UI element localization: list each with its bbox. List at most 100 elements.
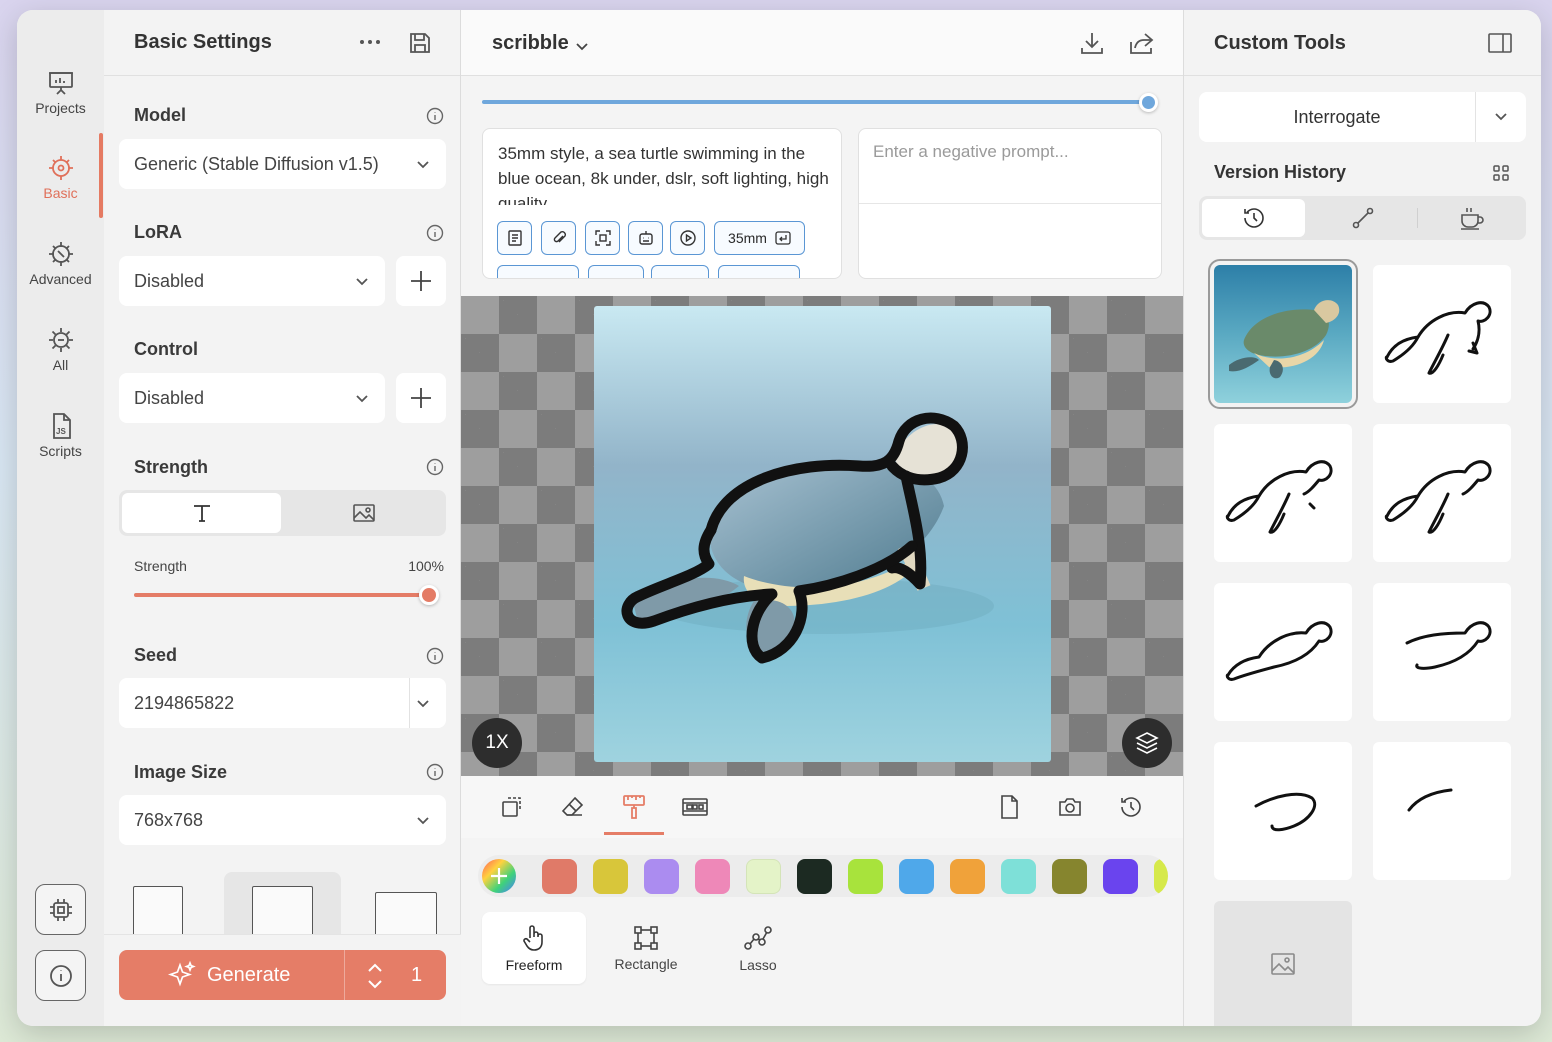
document-title[interactable]: scribble [492,32,569,55]
more-icon[interactable] [359,36,381,48]
download-icon[interactable] [1079,30,1105,56]
color-swatch[interactable] [593,859,628,894]
add-control-button[interactable] [396,373,446,423]
version-thumb[interactable] [1373,583,1511,721]
model-info-icon[interactable] [426,107,444,125]
text-mode-tab[interactable] [122,493,281,533]
chevron-down-icon[interactable] [416,696,430,710]
chip-icon [49,898,72,921]
prompt-strength-handle[interactable] [1139,93,1158,112]
seed-info-icon[interactable] [426,647,444,665]
paint-tool[interactable] [617,790,651,824]
strength-info-icon[interactable] [426,458,444,476]
chip-button[interactable] [35,884,86,935]
zoom-level-button[interactable]: 1X [472,718,522,768]
seed-value: 2194865822 [134,692,235,713]
color-swatch[interactable] [644,859,679,894]
share-icon[interactable] [1128,30,1156,56]
scan-chip[interactable] [585,221,620,255]
color-swatch[interactable] [797,859,832,894]
color-swatch[interactable] [1103,859,1138,894]
strength-slider-track[interactable] [134,593,429,597]
interrogate-button[interactable]: Interrogate [1199,92,1526,142]
control-select[interactable]: Disabled [119,373,385,423]
stepper-chevrons-icon[interactable] [366,961,384,991]
negative-divider [859,203,1161,204]
lora-info-icon[interactable] [426,224,444,242]
extra-chip[interactable] [718,265,800,278]
color-swatch[interactable] [950,859,985,894]
nav-item-basic[interactable]: Basic [17,153,104,201]
save-icon[interactable] [408,31,432,55]
image-mode-tab[interactable] [284,493,443,533]
prompt-text[interactable]: 35mm style, a sea turtle swimming in the… [498,141,834,205]
custom-tools-title: Custom Tools [1214,32,1346,54]
info-button[interactable] [35,950,86,1001]
tab-path[interactable] [1311,199,1414,237]
tab-history[interactable] [1202,199,1305,237]
color-swatch[interactable] [848,859,883,894]
nav-item-all[interactable]: All [17,325,104,373]
color-swatch[interactable] [899,859,934,894]
version-thumb[interactable] [1214,742,1352,880]
version-thumb-placeholder[interactable] [1214,901,1352,1026]
color-swatch[interactable] [542,859,577,894]
grid-view-icon[interactable] [1492,164,1510,182]
sparkle-icon [167,960,196,987]
generate-button[interactable]: Generate 1 [119,950,446,1000]
drawing-canvas[interactable]: 1X [461,296,1183,776]
lora-select[interactable]: Disabled [119,256,385,306]
version-thumb[interactable] [1373,742,1511,880]
color-swatch[interactable] [695,859,730,894]
blank-page-icon [1001,795,1018,819]
nav-item-scripts[interactable]: JS Scripts [17,411,104,459]
interrogate-label: Interrogate [1293,107,1381,127]
color-picker-icon[interactable] [481,858,517,894]
history-tool[interactable] [1114,790,1148,824]
negative-prompt-box[interactable]: Enter a negative prompt... [858,128,1162,279]
extra-chip[interactable] [497,265,579,278]
style-chip-35mm[interactable]: 35mm [714,221,805,255]
model-select[interactable]: Generic (Stable Diffusion v1.5) [119,139,446,189]
prompt-box[interactable]: 35mm style, a sea turtle swimming in the… [482,128,842,279]
version-thumb[interactable] [1208,259,1358,409]
seed-input[interactable]: 2194865822 [119,678,446,728]
sidebar-toggle-icon[interactable] [1487,32,1513,54]
new-page-tool[interactable] [992,790,1026,824]
version-thumb[interactable] [1373,265,1511,403]
extra-chip[interactable] [588,265,644,278]
extra-chip[interactable] [651,265,709,278]
robot-chip[interactable] [628,221,663,255]
film-tool[interactable] [678,790,712,824]
version-thumb[interactable] [1214,583,1352,721]
version-thumb[interactable] [1214,424,1352,562]
attach-chip[interactable] [541,221,576,255]
color-swatch[interactable] [1001,859,1036,894]
add-lora-button[interactable] [396,256,446,306]
tab-coffee[interactable] [1420,199,1523,237]
prompt-tool-chip[interactable] [497,221,532,255]
chevron-down-icon[interactable] [1494,110,1508,124]
color-swatch[interactable] [1154,859,1168,894]
mode-freeform[interactable]: Freeform [482,912,586,984]
strength-slider-handle[interactable] [419,585,439,605]
canvas-area: scribble 35mm style, a sea turtle swimmi… [461,10,1183,1026]
nav-item-advanced[interactable]: Advanced [17,239,104,287]
crop-tool[interactable] [495,790,529,824]
color-swatch[interactable] [746,859,781,894]
generate-label: Generate [207,963,291,986]
image-size-info-icon[interactable] [426,763,444,781]
color-swatch[interactable] [1052,859,1087,894]
settings-panel: Basic Settings Model Generic (Stable Dif… [104,10,461,1026]
image-size-select[interactable]: 768x768 [119,795,446,845]
nav-item-projects[interactable]: Projects [17,68,104,116]
eraser-tool[interactable] [556,790,590,824]
layers-button[interactable] [1122,718,1172,768]
version-thumb[interactable] [1373,424,1511,562]
prompt-strength-track[interactable] [482,100,1152,104]
play-chip[interactable] [670,221,705,255]
chevron-down-icon[interactable] [575,40,589,54]
mode-lasso[interactable]: Lasso [706,912,810,984]
mode-rectangle[interactable]: Rectangle [594,912,698,984]
camera-tool[interactable] [1053,790,1087,824]
